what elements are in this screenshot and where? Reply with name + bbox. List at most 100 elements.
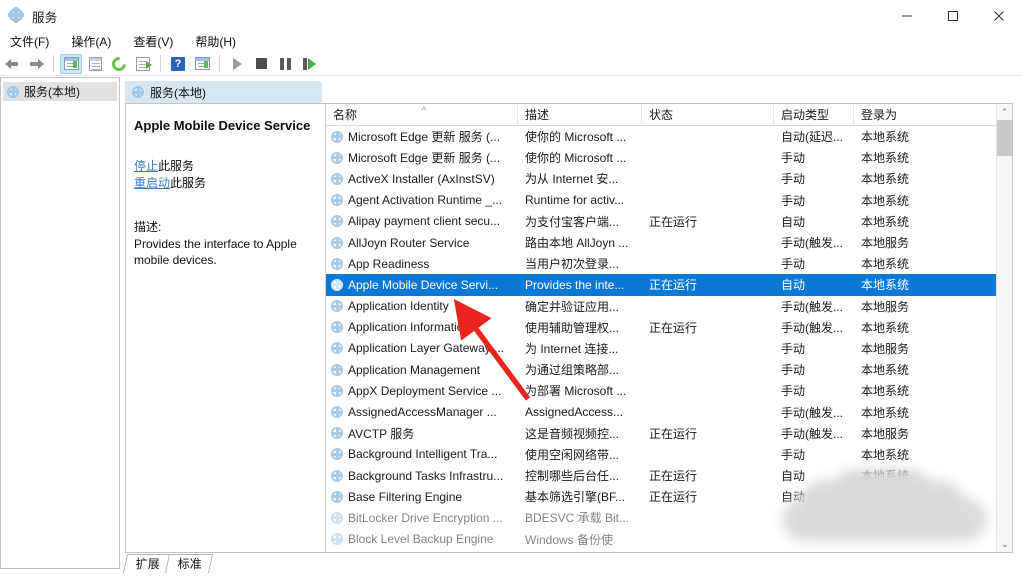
- table-row[interactable]: Alipay payment client secu...为支付宝客户端...正…: [326, 211, 1012, 232]
- properties-icon[interactable]: [84, 54, 106, 74]
- forward-arrow-icon[interactable]: [25, 54, 47, 74]
- maximize-button[interactable]: [930, 0, 976, 32]
- tab-extended[interactable]: 扩展: [123, 554, 171, 573]
- service-name-label: Base Filtering Engine: [348, 490, 462, 504]
- restart-service-link-row[interactable]: 重启动此服务: [134, 175, 315, 192]
- cell-description: 为从 Internet 安...: [518, 170, 642, 187]
- scroll-up-icon[interactable]: ⌃: [997, 104, 1012, 120]
- service-gear-icon: [331, 237, 343, 249]
- service-name-label: Microsoft Edge 更新 服务 (...: [348, 149, 500, 166]
- stop-service-icon[interactable]: [250, 54, 272, 74]
- scroll-thumb[interactable]: [997, 120, 1012, 156]
- column-header-logon[interactable]: 登录为: [854, 104, 927, 125]
- export-list-icon[interactable]: [132, 54, 154, 74]
- minimize-button[interactable]: [884, 0, 930, 32]
- cell-status: 正在运行: [642, 488, 774, 505]
- service-detail-title: Apple Mobile Device Service: [134, 118, 315, 134]
- close-button[interactable]: [976, 0, 1022, 32]
- menu-view[interactable]: 查看(V): [122, 32, 184, 52]
- pane-header: 服务(本地): [125, 81, 322, 103]
- table-row[interactable]: Agent Activation Runtime _...Runtime for…: [326, 190, 1012, 211]
- column-header-startup[interactable]: 启动类型: [774, 104, 854, 125]
- cell-startup: 手动: [774, 255, 854, 272]
- stop-service-link[interactable]: 停止: [134, 159, 158, 173]
- table-row[interactable]: Microsoft Edge 更新 服务 (...使你的 Microsoft .…: [326, 126, 1012, 147]
- cell-startup: 手动(触发...: [774, 319, 854, 336]
- table-row[interactable]: AVCTP 服务这是音频视频控...正在运行手动(触发...本地服务: [326, 423, 1012, 444]
- cell-logon: 本地系统: [854, 382, 927, 399]
- table-row[interactable]: AppX Deployment Service ...为部署 Microsoft…: [326, 380, 1012, 401]
- pause-service-icon[interactable]: [274, 54, 296, 74]
- cell-service-name: Application Management: [326, 363, 518, 377]
- table-row[interactable]: AssignedAccessManager ... AssignedAccess.…: [326, 401, 1012, 422]
- tree-item-services-local[interactable]: 服务(本地): [3, 82, 117, 101]
- show-action-pane-icon[interactable]: [191, 54, 213, 74]
- cell-startup: 手动: [774, 192, 854, 209]
- cell-startup: 手动: [774, 361, 854, 378]
- blurred-overlay-region-3: [836, 468, 928, 508]
- menu-action[interactable]: 操作(A): [60, 32, 122, 52]
- cell-description: 为 Internet 连接...: [518, 340, 642, 357]
- table-row[interactable]: Application Layer Gateway ...为 Internet …: [326, 338, 1012, 359]
- table-row[interactable]: Microsoft Edge 更新 服务 (...使你的 Microsoft .…: [326, 147, 1012, 168]
- table-row[interactable]: ActiveX Installer (AxInstSV)为从 Internet …: [326, 168, 1012, 189]
- service-name-label: Application Identity: [348, 299, 449, 313]
- cell-service-name: Agent Activation Runtime _...: [326, 193, 518, 207]
- service-name-label: AVCTP 服务: [348, 425, 414, 442]
- table-row[interactable]: App Readiness当用户初次登录...手动本地系统: [326, 253, 1012, 274]
- cell-startup: 手动: [774, 340, 854, 357]
- back-arrow-icon[interactable]: [1, 54, 23, 74]
- column-header-status[interactable]: 状态: [642, 104, 774, 125]
- cell-status: 正在运行: [642, 425, 774, 442]
- table-row[interactable]: AllJoyn Router Service路由本地 AllJoyn ...手动…: [326, 232, 1012, 253]
- cell-description: 为通过组策略部...: [518, 361, 642, 378]
- tab-standard[interactable]: 标准: [165, 554, 213, 573]
- console-tree-pane: 服务(本地): [0, 77, 120, 569]
- cell-startup: 手动: [774, 382, 854, 399]
- cell-startup: 自动(延迟...: [774, 128, 854, 145]
- column-header-description[interactable]: 描述: [518, 104, 642, 125]
- services-window: 服务 文件(F) 操作(A) 查看(V) 帮助(H): [0, 0, 1022, 584]
- cell-service-name: ActiveX Installer (AxInstSV): [326, 172, 518, 186]
- menu-file[interactable]: 文件(F): [0, 32, 60, 52]
- help-icon[interactable]: ?: [167, 54, 189, 74]
- service-name-label: Background Tasks Infrastru...: [348, 469, 503, 483]
- table-row[interactable]: Background Intelligent Tra...使用空闲网络带...手…: [326, 444, 1012, 465]
- table-row[interactable]: Application Identity确定并验证应用...手动(触发...本地…: [326, 296, 1012, 317]
- show-hide-console-tree-icon[interactable]: [60, 54, 82, 74]
- window-controls: [884, 0, 1022, 32]
- cell-description: 为部署 Microsoft ...: [518, 382, 642, 399]
- cell-service-name: App Readiness: [326, 257, 518, 271]
- cell-description: AssignedAccess...: [518, 405, 642, 419]
- service-name-label: Block Level Backup Engine: [348, 532, 493, 546]
- cell-startup: 自动: [774, 213, 854, 230]
- cell-startup: 手动(触发...: [774, 234, 854, 251]
- column-header-name[interactable]: 名称: [326, 104, 518, 125]
- service-gear-icon: [331, 279, 343, 291]
- service-gear-icon: [331, 131, 343, 143]
- services-gear-icon: [7, 86, 19, 98]
- cell-logon: 本地服务: [854, 234, 927, 251]
- table-row[interactable]: Application Management为通过组策略部...手动本地系统: [326, 359, 1012, 380]
- cell-logon: 本地服务: [854, 340, 927, 357]
- service-gear-icon: [331, 406, 343, 418]
- menu-help[interactable]: 帮助(H): [184, 32, 247, 52]
- cell-startup: 手动(触发...: [774, 298, 854, 315]
- restart-service-icon[interactable]: [298, 54, 320, 74]
- service-name-label: AllJoyn Router Service: [348, 236, 469, 250]
- cell-logon: 本地服务: [854, 298, 927, 315]
- cell-description: 使用辅助管理权...: [518, 319, 642, 336]
- refresh-icon[interactable]: [108, 54, 130, 74]
- restart-service-link[interactable]: 重启动: [134, 176, 170, 190]
- window-title: 服务: [32, 7, 57, 26]
- toolbar: ?: [0, 52, 1022, 76]
- scroll-down-icon[interactable]: ⌄: [997, 536, 1012, 552]
- table-row[interactable]: Apple Mobile Device Servi...Provides the…: [326, 274, 1012, 295]
- service-gear-icon: [331, 533, 343, 545]
- table-row[interactable]: Application Information使用辅助管理权...正在运行手动(…: [326, 317, 1012, 338]
- service-name-label: AssignedAccessManager ...: [348, 405, 497, 419]
- stop-service-link-row[interactable]: 停止此服务: [134, 158, 315, 175]
- start-service-icon[interactable]: [226, 54, 248, 74]
- list-vertical-scrollbar[interactable]: ⌃ ⌄: [996, 104, 1012, 552]
- cell-logon: 本地系统: [854, 276, 927, 293]
